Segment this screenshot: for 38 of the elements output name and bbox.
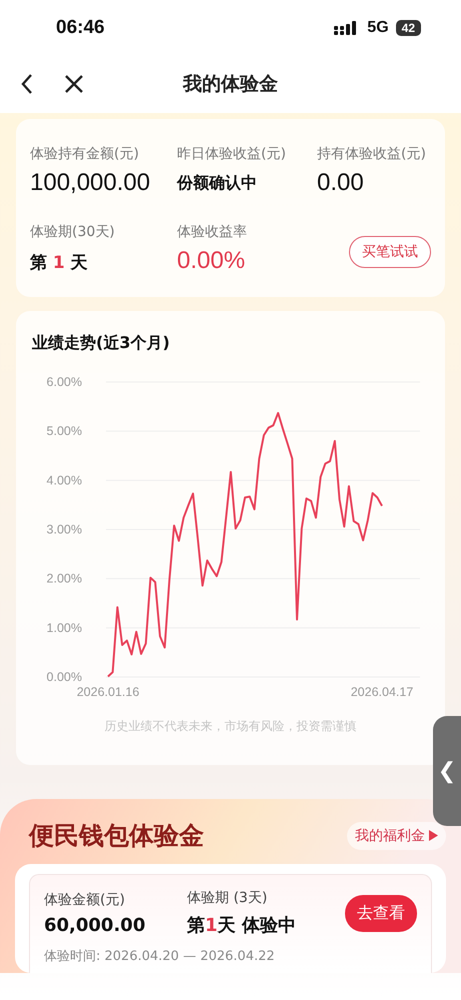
stat-label: 持有体验收益(元) (317, 145, 427, 163)
y-axis-label: 5.00% (46, 424, 82, 438)
view-button[interactable]: 去查看 (345, 894, 417, 932)
play-icon (429, 830, 438, 841)
amount-label: 体验金额(元) (44, 890, 126, 908)
stat-value: 份额确认中 (177, 172, 258, 194)
amount-value: 60,000.00 (44, 914, 146, 936)
y-axis-label: 0.00% (46, 670, 82, 684)
day-counter: 第 1 天 (30, 252, 89, 274)
chart-title: 业绩走势(近3个月) (32, 333, 170, 354)
try-button[interactable]: 买笔试试 (349, 236, 431, 268)
wallet-title: 便民钱包体验金 (29, 820, 204, 852)
status-time: 06:46 (56, 16, 105, 38)
side-tab[interactable]: ❮ (433, 716, 461, 826)
day-status: 第1天 体验中 (187, 914, 297, 937)
risk-disclaimer: 历史业绩不代表未来，市场有风险，投资需谨慎 (104, 718, 356, 735)
y-axis-label: 4.00% (46, 473, 82, 488)
stat-label: 昨日体验收益(元) (177, 145, 287, 163)
stat-label: 体验持有金额(元) (30, 145, 140, 163)
page-title: 我的体验金 (183, 72, 278, 97)
back-icon[interactable] (20, 73, 34, 95)
period-label: 体验期 (3天) (187, 889, 268, 907)
stat-value: 0.00% (177, 247, 246, 275)
stat-value: 100,000.00 (30, 169, 152, 197)
trial-dates: 体验时间: 2026.04.20 — 2026.04.22 (44, 948, 276, 965)
battery-icon: 42 (396, 20, 421, 36)
stat-value: 0.00 (317, 169, 365, 197)
stat-label: 体验收益率 (177, 223, 248, 241)
x-axis-label: 2026.01.16 (76, 685, 140, 699)
stat-label: 体验期(30天) (30, 223, 116, 241)
welfare-link[interactable]: 我的福利金 (347, 822, 446, 850)
close-icon[interactable] (64, 74, 84, 94)
y-axis-label: 1.00% (46, 620, 82, 635)
x-axis-label: 2026.04.17 (350, 685, 414, 699)
y-axis-label: 6.00% (46, 375, 82, 389)
y-axis-label: 3.00% (46, 522, 82, 536)
network-label: 5G (367, 18, 389, 36)
y-axis-label: 2.00% (46, 572, 82, 586)
